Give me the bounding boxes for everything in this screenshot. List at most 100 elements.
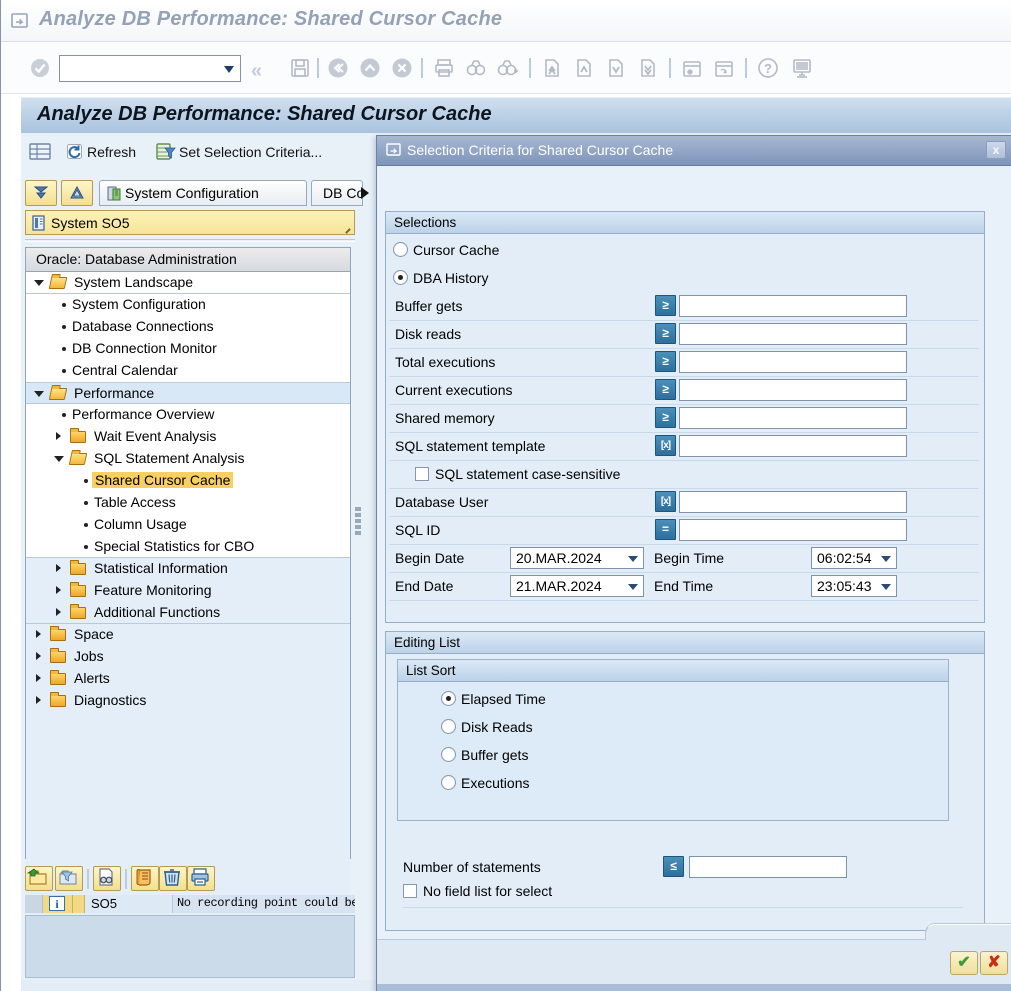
tree-item-label[interactable]: Special Statistics for CBO — [94, 538, 254, 554]
sql-id-input[interactable] — [679, 519, 907, 541]
tree-item-label[interactable]: Alerts — [74, 670, 110, 686]
no-field-list-checkbox[interactable] — [403, 884, 417, 898]
executions-radio[interactable] — [441, 775, 456, 790]
elapsed-time-radio[interactable] — [441, 691, 456, 706]
layout-button[interactable] — [29, 139, 51, 164]
dialog-close-button[interactable]: x — [986, 141, 1006, 159]
tree-item-label[interactable]: Performance — [74, 385, 154, 401]
buffer-gets-operator-button[interactable]: ≥ — [655, 295, 676, 316]
disk-reads-input[interactable] — [679, 323, 907, 345]
print-messages-button[interactable] — [187, 866, 215, 891]
tree-item-label[interactable]: System Configuration — [72, 296, 206, 312]
tree-item-feature-monitoring[interactable]: Feature Monitoring — [26, 580, 350, 602]
set-selection-criteria-button[interactable]: Set Selection Criteria... — [156, 139, 322, 164]
cursor-cache-radio[interactable] — [393, 242, 408, 257]
dropdown-arrow-icon[interactable] — [881, 584, 891, 590]
end-date-dropdown[interactable]: 21.MAR.2024 — [510, 575, 644, 597]
number-of-statements-operator-button[interactable]: ≤ — [663, 856, 684, 877]
sql-statement-template-operator-button[interactable]: [x] — [655, 435, 676, 456]
tree-item-label[interactable]: Feature Monitoring — [94, 582, 212, 598]
collapsed-marker-icon[interactable] — [56, 608, 61, 616]
tree-item-label[interactable]: Space — [74, 626, 114, 642]
sql-id-operator-button[interactable]: = — [655, 519, 676, 540]
collapse-toolbar-icon[interactable]: « — [251, 60, 262, 83]
begin-date-dropdown[interactable]: 20.MAR.2024 — [510, 547, 644, 569]
refresh-button[interactable]: Refresh — [65, 139, 136, 164]
disk-reads-operator-button[interactable]: ≥ — [655, 323, 676, 344]
command-field-dropdown-icon[interactable] — [224, 66, 234, 73]
enter-icon[interactable] — [29, 57, 51, 79]
begin-time-dropdown[interactable]: 06:02:54 — [811, 547, 897, 569]
cursor-cache-radio-label[interactable]: Cursor Cache — [413, 242, 499, 258]
tree-item-jobs[interactable]: Jobs — [26, 646, 350, 668]
cancel-button[interactable]: ✘ — [980, 951, 1008, 975]
disk-reads-radio-label[interactable]: Disk Reads — [461, 719, 533, 735]
tree-item-additional-functions[interactable]: Additional Functions — [26, 602, 350, 624]
sql-case-sensitive-checkbox[interactable] — [415, 467, 429, 481]
no-field-list-label[interactable]: No field list for select — [423, 883, 552, 899]
tree-item-database-connections[interactable]: Database Connections — [26, 316, 350, 338]
tab-overflow-icon[interactable] — [361, 187, 369, 199]
collapsed-marker-icon[interactable] — [36, 674, 41, 682]
tab-system-configuration[interactable]: System Configuration — [99, 180, 307, 206]
disk-reads-radio[interactable] — [441, 719, 456, 734]
tree-item-special-statistics-for-cbo[interactable]: Special Statistics for CBO — [26, 536, 350, 558]
tree-item-space[interactable]: Space — [26, 624, 350, 646]
number-of-statements-input[interactable] — [689, 856, 847, 878]
collapse-all-button[interactable] — [25, 180, 57, 206]
command-field-combo[interactable] — [59, 55, 241, 82]
tree-item-label[interactable]: Performance Overview — [72, 406, 214, 422]
collapsed-marker-icon[interactable] — [36, 696, 41, 704]
tree-item-label[interactable]: Statistical Information — [94, 560, 228, 576]
shared-memory-input[interactable] — [679, 407, 907, 429]
database-user-operator-button[interactable]: [x] — [655, 491, 676, 512]
tree-item-shared-cursor-cache[interactable]: Shared Cursor Cache — [26, 470, 350, 492]
tab-db-connections[interactable]: DB Co — [311, 180, 363, 206]
tree-item-diagnostics[interactable]: Diagnostics — [26, 690, 350, 712]
tree-item-label[interactable]: DB Connection Monitor — [72, 340, 217, 356]
buffer-gets-radio-label[interactable]: Buffer gets — [461, 747, 528, 763]
open-message-log-button[interactable] — [25, 866, 53, 891]
display-message-button[interactable] — [93, 866, 121, 891]
expanded-marker-icon[interactable] — [34, 391, 44, 397]
buffer-gets-radio[interactable] — [441, 747, 456, 762]
end-time-dropdown[interactable]: 23:05:43 — [811, 575, 897, 597]
tree-item-column-usage[interactable]: Column Usage — [26, 514, 350, 536]
dropdown-arrow-icon[interactable] — [628, 556, 638, 562]
collapsed-marker-icon[interactable] — [56, 432, 61, 440]
buffer-gets-input[interactable] — [679, 295, 907, 317]
tree-item-label[interactable]: Diagnostics — [74, 692, 146, 708]
tree-item-label[interactable]: Column Usage — [94, 516, 187, 532]
tree-item-wait-event-analysis[interactable]: Wait Event Analysis — [26, 426, 350, 448]
tree-item-central-calendar[interactable]: Central Calendar — [26, 360, 350, 382]
collapsed-marker-icon[interactable] — [36, 630, 41, 638]
expand-all-button[interactable] — [61, 180, 93, 206]
tree-item-label-selected[interactable]: Shared Cursor Cache — [92, 472, 233, 488]
tree-item-label[interactable]: System Landscape — [74, 274, 193, 290]
tree-item-label[interactable]: Wait Event Analysis — [94, 428, 216, 444]
collapsed-marker-icon[interactable] — [56, 564, 61, 572]
tree-item-label[interactable]: Database Connections — [72, 318, 214, 334]
tree-item-system-landscape[interactable]: System Landscape — [26, 272, 350, 294]
executions-radio-label[interactable]: Executions — [461, 775, 529, 791]
tree-item-system-configuration[interactable]: System Configuration — [26, 294, 350, 316]
tree-item-label[interactable]: Jobs — [74, 648, 104, 664]
sql-statement-template-input[interactable] — [679, 435, 907, 457]
dba-history-radio-label[interactable]: DBA History — [413, 270, 488, 286]
current-executions-input[interactable] — [679, 379, 907, 401]
confirm-button[interactable]: ✔ — [950, 951, 978, 975]
total-executions-operator-button[interactable]: ≥ — [655, 351, 676, 372]
dropdown-arrow-icon[interactable] — [628, 584, 638, 590]
filter-messages-button[interactable] — [55, 866, 83, 891]
tree-item-sql-statement-analysis[interactable]: SQL Statement Analysis — [26, 448, 350, 470]
sql-case-sensitive-label[interactable]: SQL statement case-sensitive — [435, 466, 620, 482]
tree-item-table-access[interactable]: Table Access — [26, 492, 350, 514]
tree-item-label[interactable]: SQL Statement Analysis — [94, 450, 244, 466]
system-selector-resize-icon[interactable] — [344, 225, 352, 233]
dropdown-arrow-icon[interactable] — [881, 556, 891, 562]
tree-item-statistical-information[interactable]: Statistical Information — [26, 558, 350, 580]
delete-messages-button[interactable] — [159, 866, 187, 891]
tree-item-label[interactable]: Central Calendar — [72, 362, 178, 378]
shared-memory-operator-button[interactable]: ≥ — [655, 407, 676, 428]
current-executions-operator-button[interactable]: ≥ — [655, 379, 676, 400]
